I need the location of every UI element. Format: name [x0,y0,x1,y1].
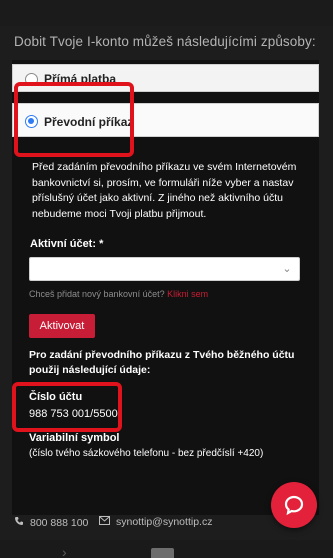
chevron-down-icon: ⌄ [282,263,292,275]
variable-symbol-label: Variabilní symbol [29,432,120,444]
email-icon [99,516,110,528]
active-account-label: Aktivní účet: * [30,238,104,250]
footer-email-address: synottip@synottip.cz [116,516,213,528]
footer-email[interactable]: synottip@synottip.cz [99,516,212,528]
footer-phone[interactable]: 800 888 100 [14,516,88,529]
variable-symbol-value: (číslo tvého sázkového telefonu - bez př… [29,448,264,459]
footer-phone-number: 800 888 100 [30,516,89,529]
intro-text: Dobit Tvoje I-konto můžeš následujícími … [14,34,316,49]
radio-transfer-order[interactable] [25,115,38,128]
phone-icon [14,516,24,529]
option-direct-payment[interactable]: Přímá platba [12,64,319,92]
activate-button[interactable]: Aktivovat [29,314,95,338]
transfer-instructions: Před zadáním převodního příkazu ve svém … [32,161,297,220]
account-number-label: Číslo účtu [29,391,83,403]
chat-icon [284,495,304,516]
add-account-hint-text: Chceš přidat nový bankovní účet? [29,289,165,299]
home-icon[interactable] [151,548,174,558]
back-icon[interactable]: › [62,544,67,558]
option-direct-payment-label: Přímá platba [44,72,117,86]
account-number-value: 988 753 001/5500 [29,408,118,420]
chat-button[interactable] [271,482,317,528]
option-transfer-order[interactable]: Převodní příkaz [12,103,319,137]
add-account-hint: Chceš přidat nový bankovní účet? Klikni … [29,289,208,299]
option-transfer-order-label: Převodní příkaz [44,115,134,129]
add-account-link[interactable]: Klikni sem [167,289,208,299]
system-nav-bar: › [0,540,333,558]
transfer-info: Pro zadání převodního příkazu z Tvého bě… [29,349,295,377]
top-strip [0,0,333,26]
radio-direct-payment[interactable] [25,73,38,86]
active-account-select[interactable]: ⌄ [29,257,300,281]
